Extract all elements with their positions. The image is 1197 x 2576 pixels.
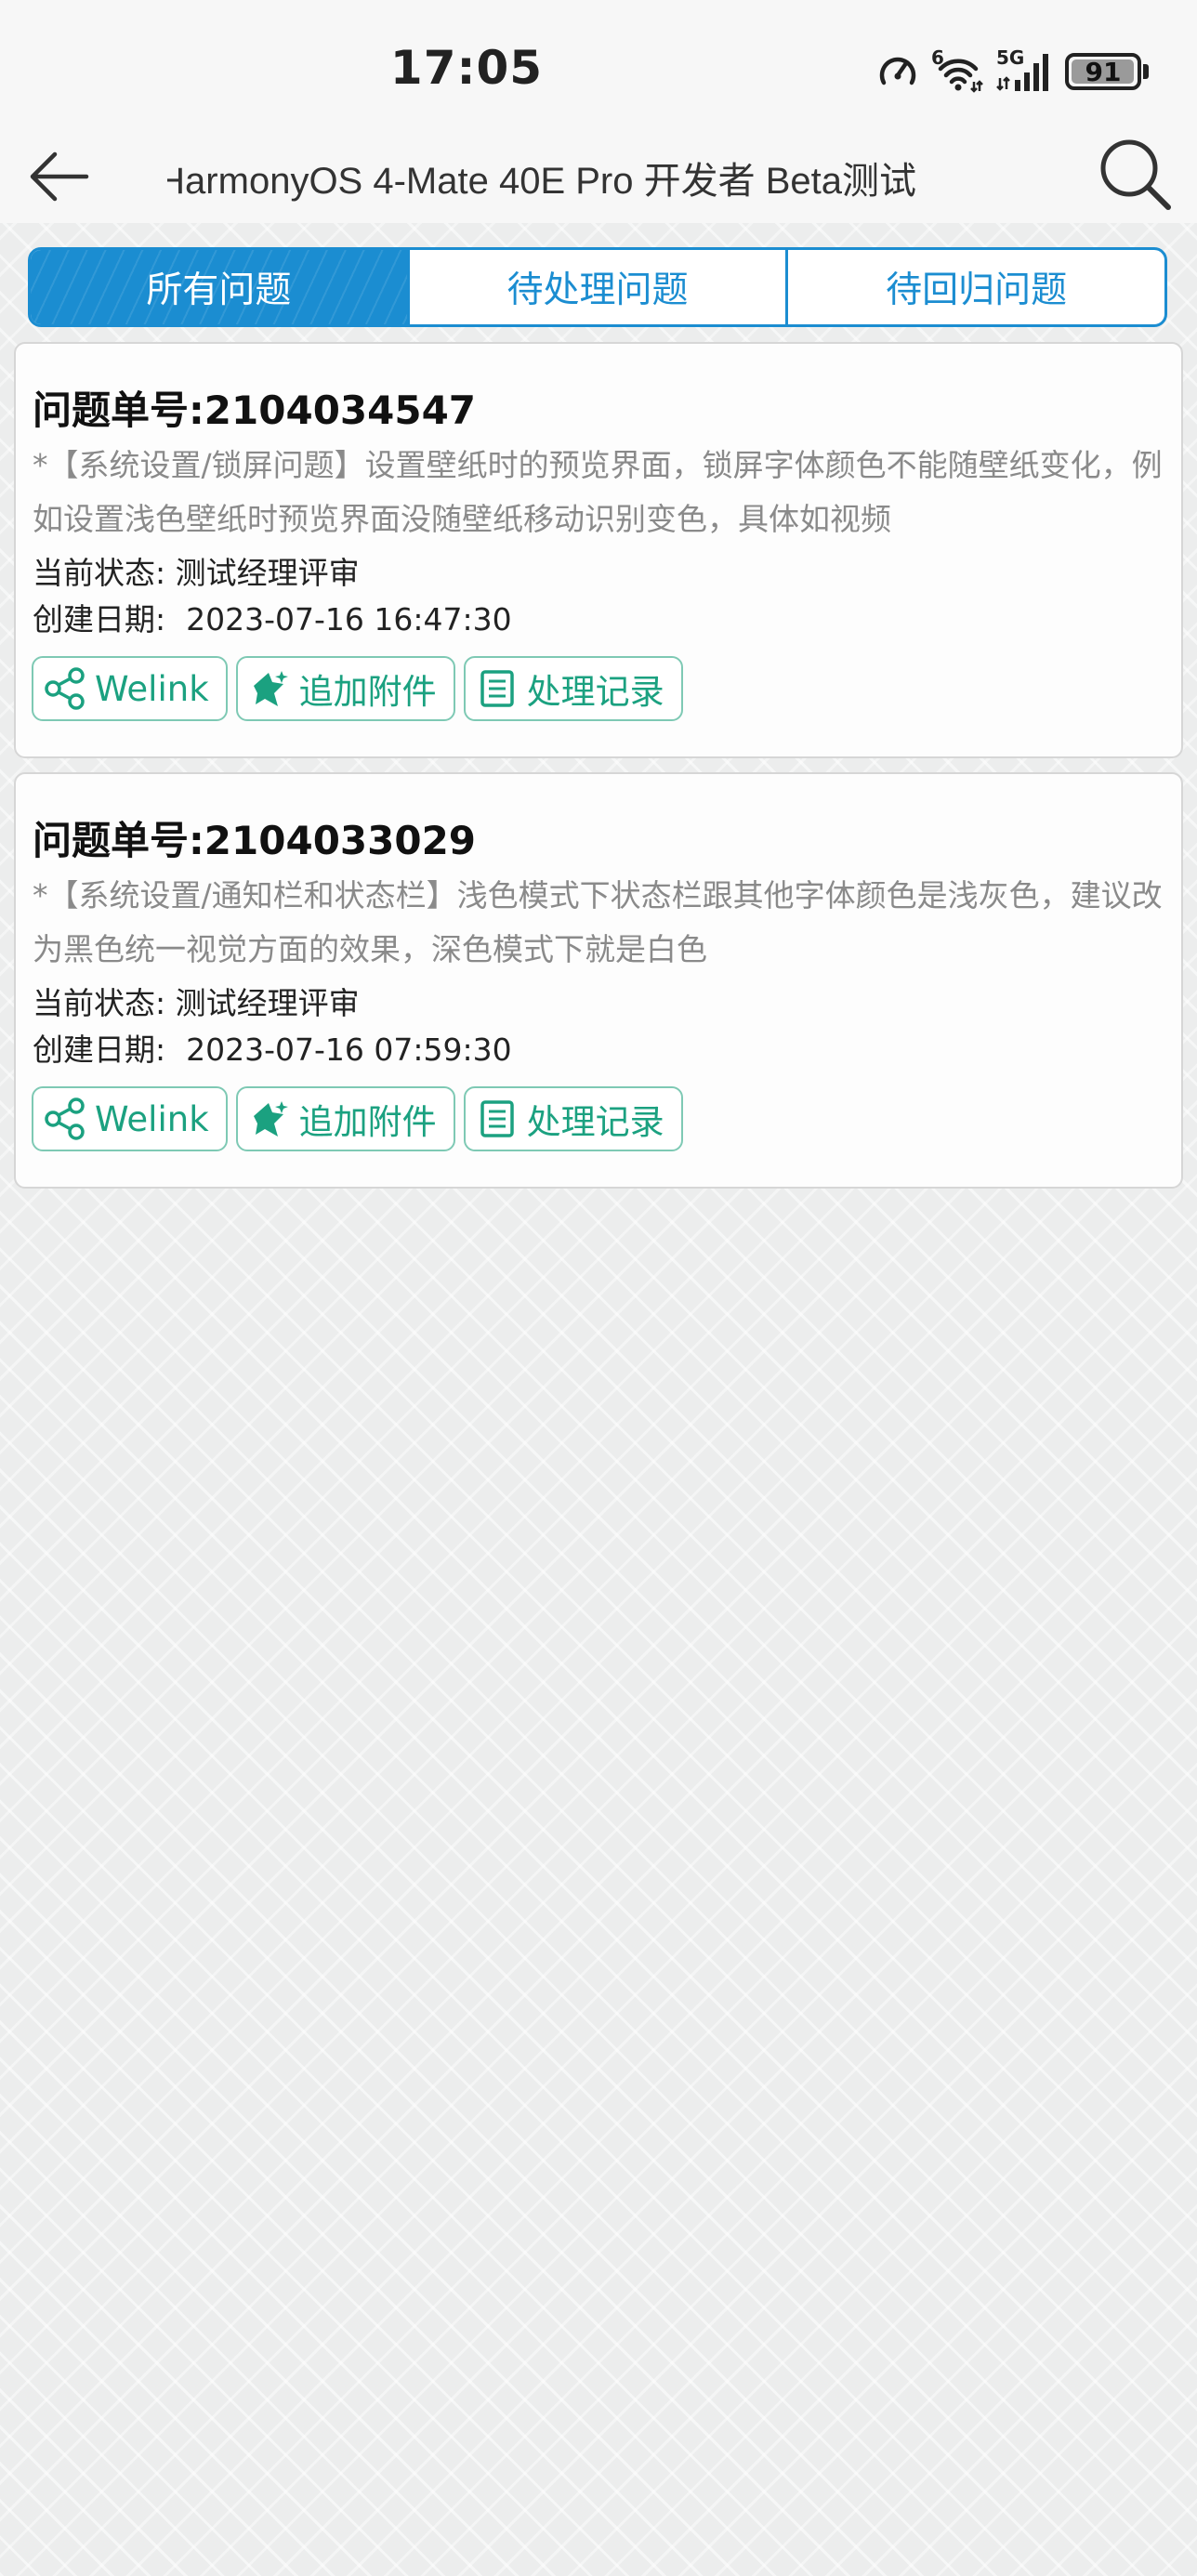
date-label: 创建日期:	[33, 601, 166, 637]
add-attachment-label: 追加附件	[298, 672, 437, 712]
issue-number: 问题单号:2104034547	[33, 388, 477, 433]
date-label: 创建日期:	[33, 1032, 166, 1068]
nav-bar: HarmonyOS 4-Mate 40E Pro 开发者 Beta测试	[0, 130, 1197, 223]
status-bar: 17:05 6 5G 91	[0, 0, 1197, 139]
issue-created-date: 创建日期: 2023-07-16 07:59:30	[33, 1025, 512, 1070]
search-button[interactable]	[1093, 132, 1177, 216]
issue-number: 问题单号:2104033029	[33, 818, 477, 863]
page-title-container: HarmonyOS 4-Mate 40E Pro 开发者 Beta测试	[167, 130, 929, 214]
issue-card[interactable]: 问题单号:2104033029 *【系统设置/通知栏和状态栏】浅色模式下状态栏跟…	[14, 772, 1183, 1189]
record-list-icon	[475, 1097, 520, 1141]
history-record-button[interactable]: 处理记录	[463, 656, 683, 721]
tab-pending-issues[interactable]: 待处理问题	[406, 250, 786, 324]
date-value: 2023-07-16 16:47:30	[186, 601, 512, 637]
status-time: 17:05	[389, 41, 544, 95]
attachment-icon	[247, 666, 292, 711]
history-record-button[interactable]: 处理记录	[463, 1086, 683, 1151]
date-value: 2023-07-16 07:59:30	[186, 1032, 512, 1068]
status-label: 当前状态:	[33, 985, 166, 1021]
issue-status: 当前状态: 测试经理评审	[33, 979, 360, 1023]
issue-status: 当前状态: 测试经理评审	[33, 548, 360, 593]
issue-card[interactable]: 问题单号:2104034547 *【系统设置/锁屏问题】设置壁纸时的预览界面，锁…	[14, 342, 1183, 758]
welink-button[interactable]: Welink	[32, 656, 228, 721]
add-attachment-label: 追加附件	[298, 1102, 437, 1142]
welink-button[interactable]: Welink	[32, 1086, 228, 1151]
wifi-icon: 6	[931, 46, 983, 93]
wifi-label: 6	[931, 46, 944, 69]
search-icon	[1100, 139, 1171, 210]
welink-label: Welink	[95, 1098, 209, 1139]
status-icons: 6 5G 91	[877, 46, 1149, 95]
page-title: HarmonyOS 4-Mate 40E Pro 开发者 Beta测试	[167, 161, 916, 202]
battery-icon: 91	[1065, 53, 1149, 90]
issue-created-date: 创建日期: 2023-07-16 16:47:30	[33, 595, 512, 639]
share-icon	[43, 666, 87, 711]
issue-filter-tabs: 所有问题 待处理问题 待回归问题	[28, 247, 1167, 327]
share-icon	[43, 1097, 87, 1141]
history-record-label: 处理记录	[526, 672, 664, 712]
back-button[interactable]	[22, 139, 97, 214]
history-record-label: 处理记录	[526, 1102, 664, 1142]
status-value: 测试经理评审	[175, 985, 360, 1021]
tab-all-issues[interactable]: 所有问题	[31, 250, 407, 324]
status-value: 测试经理评审	[175, 555, 360, 591]
issue-actions: Welink 追加附件 处理记录	[32, 1086, 683, 1151]
speedometer-icon	[877, 51, 918, 92]
record-list-icon	[475, 666, 520, 711]
signal-label: 5G	[996, 46, 1025, 69]
issue-description: *【系统设置/通知栏和状态栏】浅色模式下状态栏跟其他字体颜色是浅灰色，建议改为黑…	[33, 877, 1163, 967]
cellular-signal-icon: 5G	[996, 46, 1052, 93]
attachment-icon	[247, 1097, 292, 1141]
tab-regression-issues[interactable]: 待回归问题	[785, 250, 1164, 324]
back-arrow-icon	[30, 151, 89, 202]
add-attachment-button[interactable]: 追加附件	[235, 1086, 455, 1151]
status-label: 当前状态:	[33, 555, 166, 591]
add-attachment-button[interactable]: 追加附件	[235, 656, 455, 721]
battery-level: 91	[1085, 56, 1122, 87]
issue-description: *【系统设置/锁屏问题】设置壁纸时的预览界面，锁屏字体颜色不能随壁纸变化，例如设…	[33, 447, 1163, 537]
welink-label: Welink	[95, 668, 209, 709]
issue-actions: Welink 追加附件 处理记录	[32, 656, 683, 721]
